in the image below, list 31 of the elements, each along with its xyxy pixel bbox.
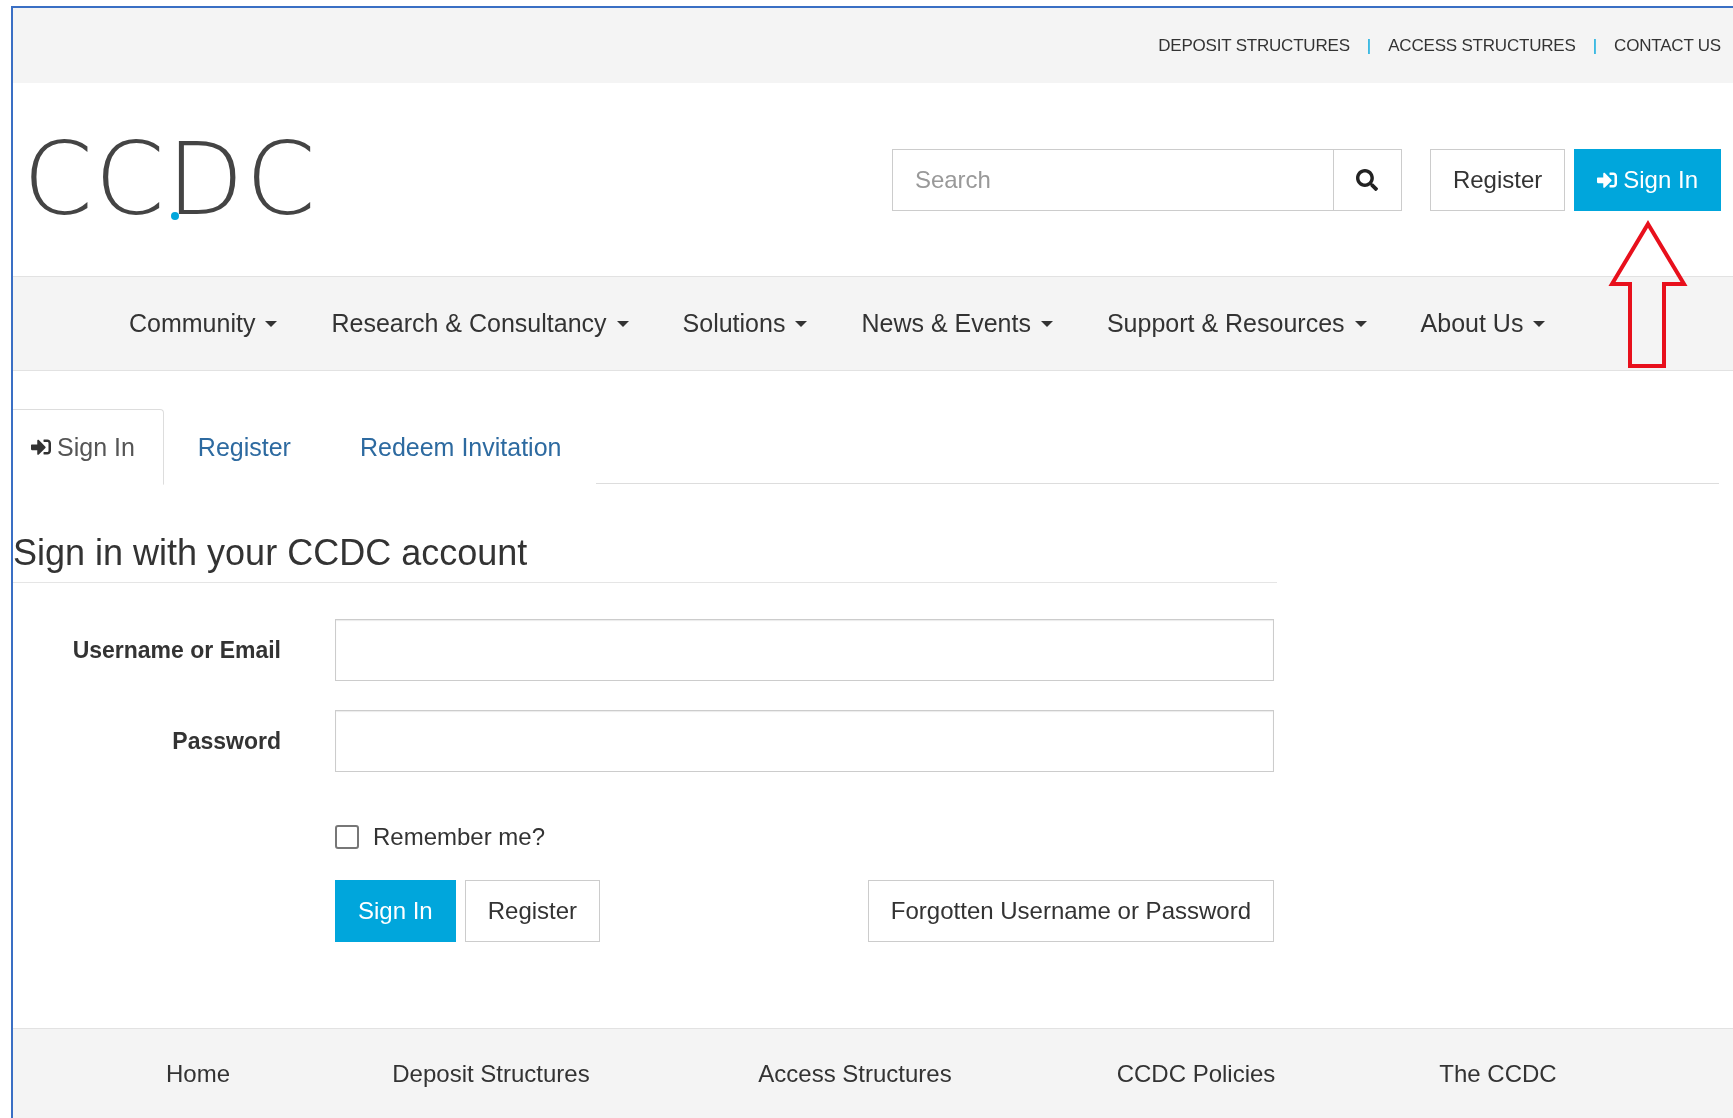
top-link[interactable]: DEPOSIT STRUCTURES (1158, 35, 1350, 56)
input-field[interactable] (335, 710, 1274, 772)
nav-menu-item[interactable]: Support & Resources (1106, 309, 1367, 338)
logo[interactable]: CCDC (23, 129, 318, 230)
checkbox[interactable] (335, 825, 359, 849)
footer-link[interactable]: Home (166, 1059, 230, 1088)
nav-menu-item[interactable]: About Us (1420, 309, 1546, 338)
input-field[interactable] (335, 619, 1274, 681)
register-button[interactable]: Register (464, 880, 601, 942)
search-field[interactable]: Search (891, 148, 1333, 211)
field-label: Username or Email (71, 636, 281, 664)
search-button[interactable] (1332, 148, 1402, 211)
forgot-button[interactable]: Forgotten Username or Password (867, 880, 1274, 942)
form-title: Sign in with your CCDC account (13, 532, 1277, 583)
top-link[interactable]: CONTACT US (1614, 35, 1721, 56)
checkbox-label: Remember me? (373, 823, 546, 851)
register-button[interactable]: Register (1429, 148, 1566, 211)
nav-menu-item[interactable]: News & Events (861, 309, 1053, 338)
field-label: Password (171, 727, 281, 755)
nav-menu-item[interactable]: Community (129, 309, 278, 338)
search-icon (1356, 168, 1379, 191)
separator: | (1366, 35, 1372, 56)
nav-menu-item[interactable]: Research & Consultancy (331, 309, 629, 338)
footer-link[interactable]: Deposit Structures (392, 1059, 590, 1088)
tab[interactable]: Sign In (13, 409, 164, 485)
nav-menu-item[interactable]: Solutions (682, 309, 808, 338)
separator: | (1592, 35, 1598, 56)
footer-link[interactable]: Access Structures (758, 1059, 952, 1088)
top-link[interactable]: ACCESS STRUCTURES (1388, 35, 1576, 56)
footer-link[interactable]: The CCDC (1439, 1059, 1557, 1088)
footer-link[interactable]: CCDC Policies (1116, 1059, 1276, 1088)
